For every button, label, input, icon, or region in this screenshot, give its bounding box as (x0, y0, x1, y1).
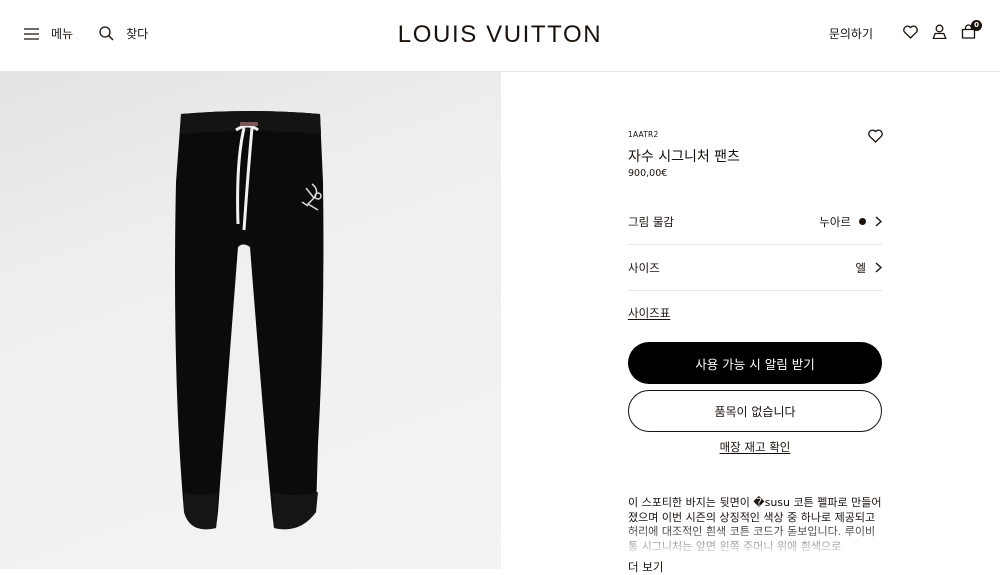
product-price: 900,00€ (628, 168, 668, 179)
contact-link[interactable]: 문의하기 (829, 25, 873, 42)
pants-illustration (175, 111, 324, 530)
chevron-right-icon (875, 216, 882, 227)
heart-icon (903, 24, 918, 43)
product-name: 자수 시그니처 팬츠 (628, 149, 740, 165)
site-header: 메뉴 찾다 LOUIS VUITTON 문의하기 0 (0, 0, 1000, 72)
size-label: 사이즈 (628, 260, 660, 275)
check-store-stock-link[interactable]: 매장 재고 확인 (628, 439, 882, 455)
read-more-link[interactable]: 더 보기 (628, 559, 663, 575)
material-value: 누아르 (819, 214, 851, 229)
out-of-stock-button[interactable]: 품목이 없습니다 (628, 390, 882, 432)
color-swatch (859, 218, 866, 225)
account-button[interactable] (932, 24, 947, 43)
chevron-right-icon (875, 262, 882, 273)
product-sku: 1AATR2 (628, 130, 659, 139)
notify-when-available-button[interactable]: 사용 가능 시 알림 받기 (628, 342, 882, 384)
wishlist-button[interactable] (903, 24, 918, 43)
add-to-wishlist-button[interactable] (868, 128, 883, 147)
bag-count-badge: 0 (971, 20, 982, 31)
heart-icon (868, 128, 883, 147)
size-selector[interactable]: 사이즈 엘 (628, 245, 882, 291)
product-image[interactable] (0, 72, 501, 569)
description-fade (628, 522, 882, 556)
shopping-bag-button[interactable]: 0 (961, 20, 982, 43)
size-value: 엘 (855, 260, 866, 275)
material-selector[interactable]: 그림 물감 누아르 (628, 199, 882, 245)
header-right: 문의하기 0 (829, 20, 982, 43)
material-label: 그림 물감 (628, 214, 674, 229)
user-icon (932, 24, 947, 43)
size-chart-link[interactable]: 사이즈표 (628, 305, 670, 321)
